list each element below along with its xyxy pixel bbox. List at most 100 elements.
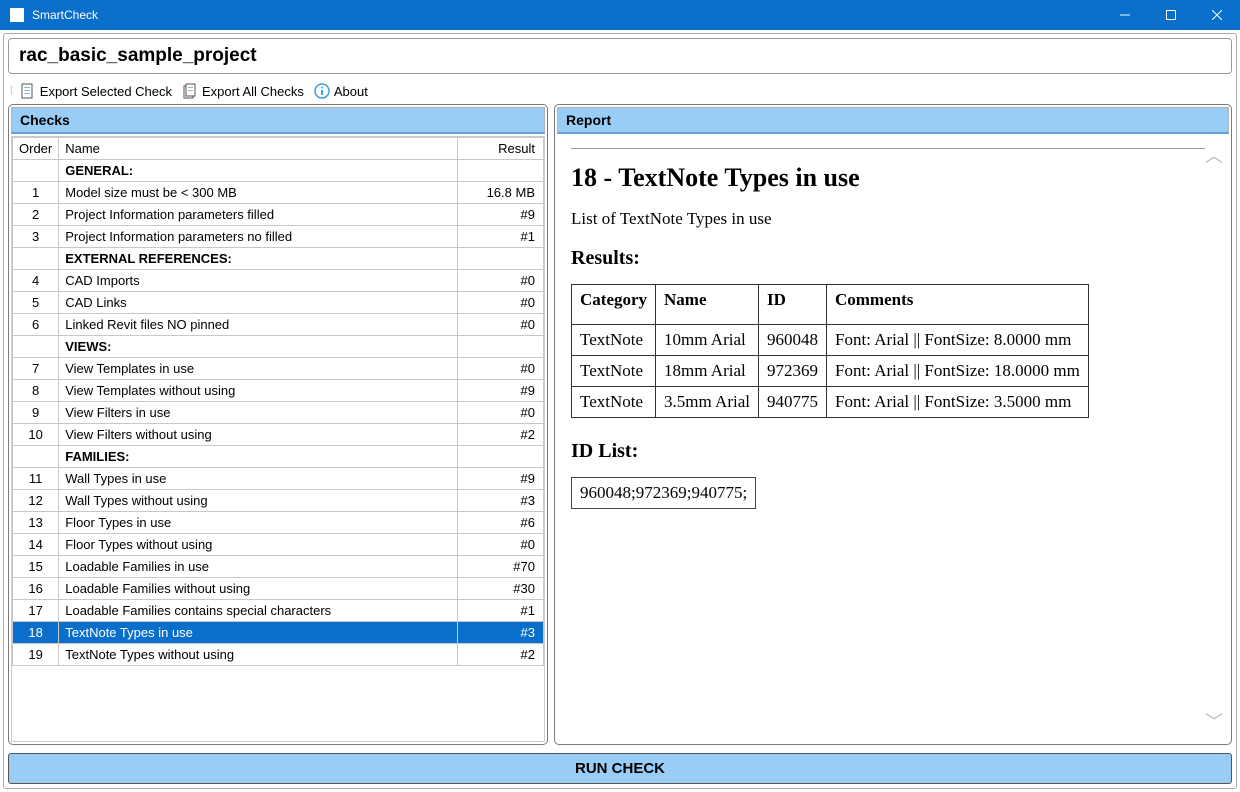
checks-row[interactable]: 15Loadable Families in use#70 [13, 556, 544, 578]
checks-cell-name: View Filters without using [59, 424, 458, 446]
checks-cell-result [458, 446, 544, 468]
run-check-button[interactable]: RUN CHECK [8, 753, 1232, 784]
report-panel-title: Report [557, 107, 1229, 134]
checks-cell-name: View Templates without using [59, 380, 458, 402]
checks-row[interactable]: FAMILIES: [13, 446, 544, 468]
checks-row[interactable]: 10View Filters without using#2 [13, 424, 544, 446]
checks-cell-result: #70 [458, 556, 544, 578]
checks-row[interactable]: GENERAL: [13, 160, 544, 182]
checks-row[interactable]: 3Project Information parameters no fille… [13, 226, 544, 248]
checks-row[interactable]: EXTERNAL REFERENCES: [13, 248, 544, 270]
checks-cell-order: 16 [13, 578, 59, 600]
report-col-category: Category [572, 285, 656, 325]
report-cell-name: 10mm Arial [656, 325, 759, 356]
checks-cell-result: #9 [458, 468, 544, 490]
checks-row[interactable]: 18TextNote Types in use#3 [13, 622, 544, 644]
checks-cell-name: Project Information parameters no filled [59, 226, 458, 248]
checks-row[interactable]: 13Floor Types in use#6 [13, 512, 544, 534]
checks-cell-result: #0 [458, 358, 544, 380]
export-selected-button[interactable]: Export Selected Check [18, 81, 174, 101]
checks-cell-order: 2 [13, 204, 59, 226]
checks-cell-order: 13 [13, 512, 59, 534]
checks-row[interactable]: 16Loadable Families without using#30 [13, 578, 544, 600]
checks-cell-result [458, 160, 544, 182]
report-cell-category: TextNote [572, 356, 656, 387]
about-label: About [334, 84, 368, 99]
checks-cell-order [13, 248, 59, 270]
checks-cell-name: Loadable Families contains special chara… [59, 600, 458, 622]
toolbar: ⁞ Export Selected Check Export All Check… [4, 78, 1236, 104]
checks-row[interactable]: 1Model size must be < 300 MB16.8 MB [13, 182, 544, 204]
info-icon [314, 83, 330, 99]
checks-cell-name: Floor Types without using [59, 534, 458, 556]
report-row: TextNote3.5mm Arial940775Font: Arial || … [572, 387, 1089, 418]
checks-cell-order [13, 160, 59, 182]
checks-panel: Checks Order Name Result GENERAL:1Model … [8, 104, 548, 745]
checks-col-order[interactable]: Order [13, 138, 59, 160]
checks-cell-order: 5 [13, 292, 59, 314]
export-all-button[interactable]: Export All Checks [180, 81, 306, 101]
checks-col-result[interactable]: Result [458, 138, 544, 160]
checks-cell-result: #0 [458, 270, 544, 292]
checks-row[interactable]: 9View Filters in use#0 [13, 402, 544, 424]
checks-cell-name: TextNote Types without using [59, 644, 458, 666]
checks-row[interactable]: 4CAD Imports#0 [13, 270, 544, 292]
report-cell-comments: Font: Arial || FontSize: 18.0000 mm [826, 356, 1088, 387]
about-button[interactable]: About [312, 81, 370, 101]
checks-row[interactable]: 11Wall Types in use#9 [13, 468, 544, 490]
checks-cell-order [13, 336, 59, 358]
checks-cell-order: 1 [13, 182, 59, 204]
report-col-name: Name [656, 285, 759, 325]
chevron-down-icon[interactable]: ﹀ [1205, 708, 1223, 734]
checks-row[interactable]: 8View Templates without using#9 [13, 380, 544, 402]
chevron-up-icon[interactable]: ︿ [1205, 142, 1223, 168]
checks-cell-name: Model size must be < 300 MB [59, 182, 458, 204]
checks-row[interactable]: 17Loadable Families contains special cha… [13, 600, 544, 622]
report-results-table: Category Name ID Comments TextNote10mm A… [571, 284, 1089, 418]
checks-row[interactable]: VIEWS: [13, 336, 544, 358]
checks-cell-result: #30 [458, 578, 544, 600]
report-cell-comments: Font: Arial || FontSize: 3.5000 mm [826, 387, 1088, 418]
checks-cell-order: 4 [13, 270, 59, 292]
checks-cell-order: 18 [13, 622, 59, 644]
checks-cell-order: 19 [13, 644, 59, 666]
checks-cell-name: Floor Types in use [59, 512, 458, 534]
checks-cell-result: #1 [458, 226, 544, 248]
checks-row[interactable]: 19TextNote Types without using#2 [13, 644, 544, 666]
results-label: Results: [571, 247, 1205, 270]
checks-row[interactable]: 14Floor Types without using#0 [13, 534, 544, 556]
export-all-label: Export All Checks [202, 84, 304, 99]
report-cell-category: TextNote [572, 325, 656, 356]
checks-cell-order [13, 446, 59, 468]
report-cell-id: 960048 [758, 325, 826, 356]
checks-panel-title: Checks [11, 107, 545, 134]
idlist-value: 960048;972369;940775; [571, 477, 756, 509]
report-cell-comments: Font: Arial || FontSize: 8.0000 mm [826, 325, 1088, 356]
export-selected-label: Export Selected Check [40, 84, 172, 99]
checks-table-scroll[interactable]: Order Name Result GENERAL:1Model size mu… [11, 136, 545, 742]
checks-cell-name: GENERAL: [59, 160, 458, 182]
checks-row[interactable]: 12Wall Types without using#3 [13, 490, 544, 512]
close-button[interactable] [1194, 0, 1240, 30]
checks-cell-result [458, 336, 544, 358]
report-cell-id: 972369 [758, 356, 826, 387]
checks-row[interactable]: 2Project Information parameters filled#9 [13, 204, 544, 226]
checks-cell-name: CAD Imports [59, 270, 458, 292]
checks-cell-name: Wall Types in use [59, 468, 458, 490]
checks-cell-order: 6 [13, 314, 59, 336]
report-content: ︿ 18 - TextNote Types in use List of Tex… [557, 134, 1229, 742]
checks-cell-result: #0 [458, 534, 544, 556]
checks-row[interactable]: 5CAD Links#0 [13, 292, 544, 314]
report-cell-name: 3.5mm Arial [656, 387, 759, 418]
checks-row[interactable]: 7View Templates in use#0 [13, 358, 544, 380]
checks-col-name[interactable]: Name [59, 138, 458, 160]
checks-row[interactable]: 6Linked Revit files NO pinned#0 [13, 314, 544, 336]
maximize-button[interactable] [1148, 0, 1194, 30]
minimize-button[interactable] [1102, 0, 1148, 30]
report-col-id: ID [758, 285, 826, 325]
checks-cell-result: #1 [458, 600, 544, 622]
titlebar: SmartCheck [0, 0, 1240, 30]
checks-cell-result: #6 [458, 512, 544, 534]
divider [571, 148, 1205, 149]
checks-cell-name: CAD Links [59, 292, 458, 314]
